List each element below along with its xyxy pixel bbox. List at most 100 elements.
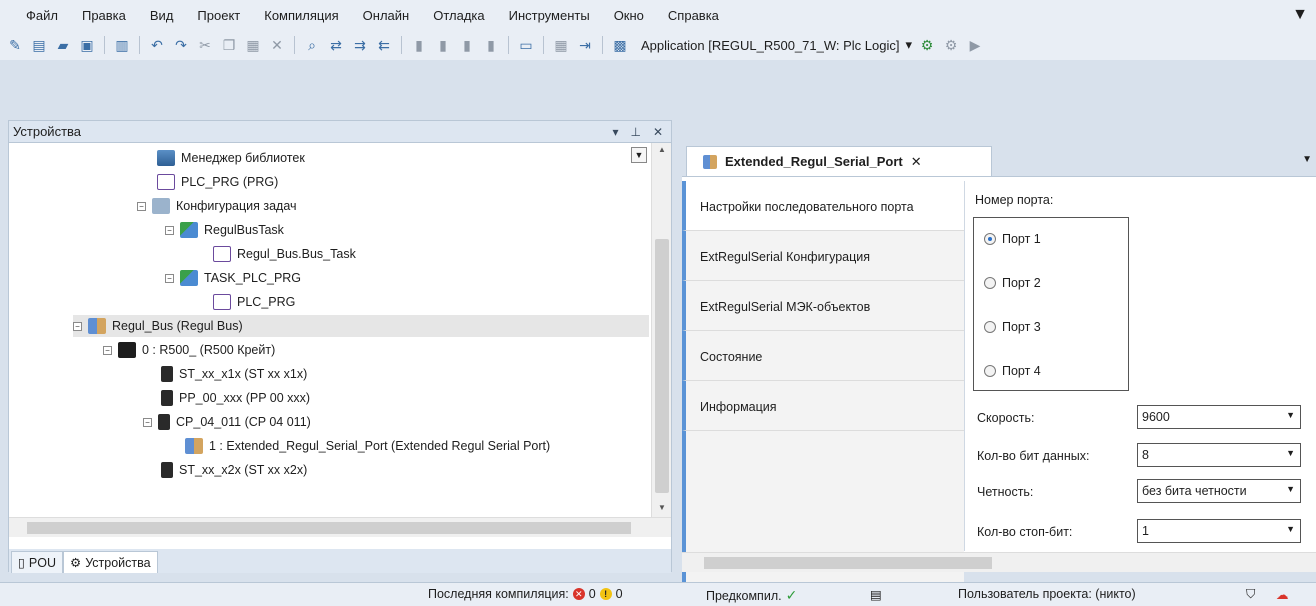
menu-project[interactable]: Проект bbox=[185, 8, 252, 23]
close-icon[interactable]: ✕ bbox=[653, 125, 663, 139]
radio[interactable] bbox=[984, 277, 996, 289]
nav-info[interactable]: Информация bbox=[682, 381, 964, 431]
print-icon[interactable]: ▥ bbox=[113, 36, 131, 54]
tree-item[interactable]: − 0 : R500_ (R500 Крейт) bbox=[103, 339, 275, 361]
menu-help[interactable]: Справка bbox=[656, 8, 731, 23]
tree-item[interactable]: PLC_PRG (PRG) bbox=[157, 171, 278, 193]
tree-item[interactable]: PLC_PRG bbox=[213, 291, 295, 313]
bookmark-icon[interactable]: ▮ bbox=[410, 36, 428, 54]
redo-icon[interactable]: ↷ bbox=[172, 36, 190, 54]
tree-item[interactable]: ST_xx_x1x (ST xx x1x) bbox=[161, 363, 307, 385]
tab-overflow-icon[interactable]: ▼ bbox=[1302, 154, 1312, 165]
collapse-icon[interactable]: − bbox=[165, 273, 174, 283]
save-icon[interactable]: ▣ bbox=[78, 36, 96, 54]
menu-edit[interactable]: Правка bbox=[70, 8, 138, 23]
layout-icon[interactable]: ▦ bbox=[552, 36, 570, 54]
filter-icon[interactable]: ▼ bbox=[1292, 6, 1308, 24]
shield-icon[interactable]: ⛉ bbox=[1246, 587, 1255, 602]
network-icon[interactable]: ▤ bbox=[870, 587, 882, 602]
editor-tab[interactable]: Extended_Regul_Serial_Port ✕ bbox=[686, 146, 992, 176]
nav-status[interactable]: Состояние bbox=[682, 331, 964, 381]
port-option-3[interactable]: Порт 3 bbox=[984, 320, 1041, 334]
tree-item[interactable]: Менеджер библиотек bbox=[157, 147, 305, 169]
login-gear-icon[interactable]: ⚙ bbox=[918, 36, 936, 54]
databits-select[interactable]: 8 ▼ bbox=[1137, 443, 1301, 467]
collapse-icon[interactable]: − bbox=[137, 201, 146, 211]
copy-icon[interactable]: ❐ bbox=[220, 36, 238, 54]
bookmark-prev-icon[interactable]: ▮ bbox=[458, 36, 476, 54]
find-icon[interactable]: ⌕ bbox=[303, 36, 321, 54]
tree-item[interactable]: PP_00_xxx (PP 00 xxx) bbox=[161, 387, 310, 409]
tree-item-selected[interactable]: − Regul_Bus (Regul Bus) bbox=[73, 315, 649, 337]
run-icon[interactable]: ▶ bbox=[966, 36, 984, 54]
grid-icon[interactable]: ▩ bbox=[611, 36, 629, 54]
open-folder-icon[interactable]: ▰ bbox=[54, 36, 72, 54]
pin-icon[interactable]: ⊥ bbox=[630, 125, 640, 139]
collapse-icon[interactable]: − bbox=[103, 345, 112, 355]
collapse-icon[interactable]: − bbox=[73, 321, 82, 331]
menu-debug[interactable]: Отладка bbox=[421, 8, 496, 23]
error-icon[interactable]: ✕ bbox=[572, 588, 585, 600]
bookmark-clear-icon[interactable]: ▮ bbox=[482, 36, 500, 54]
tab-pou[interactable]: ▯ POU bbox=[11, 551, 63, 573]
new-file-icon[interactable]: ▤ bbox=[30, 36, 48, 54]
menu-build[interactable]: Компиляция bbox=[252, 8, 350, 23]
bookmark-next-icon[interactable]: ▮ bbox=[434, 36, 452, 54]
toolbar: ✎ ▤ ▰ ▣ ▥ ↶ ↷ ✂ ❐ ▦ ✕ ⌕ ⇄ ⇉ ⇇ ▮ ▮ ▮ ▮ ▭ … bbox=[0, 30, 1316, 60]
export-icon[interactable]: ⇥ bbox=[576, 36, 594, 54]
port-option-2[interactable]: Порт 2 bbox=[984, 276, 1041, 290]
tree-item[interactable]: − TASK_PLC_PRG bbox=[165, 267, 301, 289]
application-select[interactable]: Application [REGUL_R500_71_W: Plc Logic]… bbox=[641, 37, 912, 53]
editor-horizontal-scrollbar[interactable] bbox=[682, 552, 1316, 572]
warning-icon[interactable]: ! bbox=[599, 588, 612, 600]
collapse-icon[interactable]: − bbox=[143, 417, 152, 427]
scroll-thumb[interactable] bbox=[704, 557, 992, 569]
scroll-up-icon[interactable]: ▲ bbox=[652, 145, 672, 154]
menu-view[interactable]: Вид bbox=[138, 8, 186, 23]
tree-item[interactable]: − Конфигурация задач bbox=[137, 195, 297, 217]
radio[interactable] bbox=[984, 365, 996, 377]
collapse-icon[interactable]: − bbox=[165, 225, 174, 235]
tree-item[interactable]: − CP_04_011 (CP 04 011) bbox=[143, 411, 311, 433]
find-prev-icon[interactable]: ⇇ bbox=[375, 36, 393, 54]
tree-item[interactable]: − RegulBusTask bbox=[165, 219, 284, 241]
menu-tools[interactable]: Инструменты bbox=[497, 8, 602, 23]
wand-icon[interactable]: ✎ bbox=[6, 36, 24, 54]
tree-vertical-scrollbar[interactable]: ▲ ▼ bbox=[651, 143, 671, 517]
scroll-thumb[interactable] bbox=[27, 522, 631, 534]
parity-select[interactable]: без бита четности ▼ bbox=[1137, 479, 1301, 503]
logout-gear-icon[interactable]: ⚙ bbox=[942, 36, 960, 54]
paste-icon[interactable]: ▦ bbox=[244, 36, 262, 54]
cut-icon[interactable]: ✂ bbox=[196, 36, 214, 54]
nav-serial-settings[interactable]: Настройки последовательного порта bbox=[682, 181, 964, 231]
port-radio-group: Порт 1 Порт 2 Порт 3 Порт 4 bbox=[973, 217, 1129, 391]
tab-devices[interactable]: ⚙ Устройства bbox=[62, 551, 158, 573]
close-icon[interactable]: ✕ bbox=[911, 154, 922, 170]
radio-selected[interactable] bbox=[984, 233, 996, 245]
dropdown-icon[interactable]: ▾ bbox=[612, 125, 618, 139]
tree-item[interactable]: Regul_Bus.Bus_Task bbox=[213, 243, 356, 265]
tree-horizontal-scrollbar[interactable] bbox=[9, 517, 671, 537]
menu-online[interactable]: Онлайн bbox=[351, 8, 422, 23]
radio[interactable] bbox=[984, 321, 996, 333]
menu-window[interactable]: Окно bbox=[602, 8, 656, 23]
tree-dropdown-button[interactable]: ▼ bbox=[631, 147, 647, 163]
scroll-thumb[interactable] bbox=[655, 239, 669, 493]
nav-iec-objects[interactable]: ExtRegulSerial МЭК-объектов bbox=[682, 281, 964, 331]
delete-icon[interactable]: ✕ bbox=[268, 36, 286, 54]
nav-config[interactable]: ExtRegulSerial Конфигурация bbox=[682, 231, 964, 281]
port-option-4[interactable]: Порт 4 bbox=[984, 364, 1041, 378]
menu-file[interactable]: Файл bbox=[14, 8, 70, 23]
stopbits-select[interactable]: 1 ▼ bbox=[1137, 519, 1301, 543]
tree-item[interactable]: 1 : Extended_Regul_Serial_Port (Extended… bbox=[185, 435, 550, 457]
cloud-error-icon[interactable]: ☁ bbox=[1276, 587, 1289, 602]
tree-item[interactable]: ST_xx_x2x (ST xx x2x) bbox=[161, 459, 307, 481]
find-next-icon[interactable]: ⇉ bbox=[351, 36, 369, 54]
chevron-down-icon: ▼ bbox=[1286, 484, 1295, 494]
undo-icon[interactable]: ↶ bbox=[148, 36, 166, 54]
speed-select[interactable]: 9600 ▼ bbox=[1137, 405, 1301, 429]
scroll-down-icon[interactable]: ▼ bbox=[652, 503, 672, 512]
port-option-1[interactable]: Порт 1 bbox=[984, 232, 1041, 246]
find-replace-icon[interactable]: ⇄ bbox=[327, 36, 345, 54]
window-icon[interactable]: ▭ bbox=[517, 36, 535, 54]
